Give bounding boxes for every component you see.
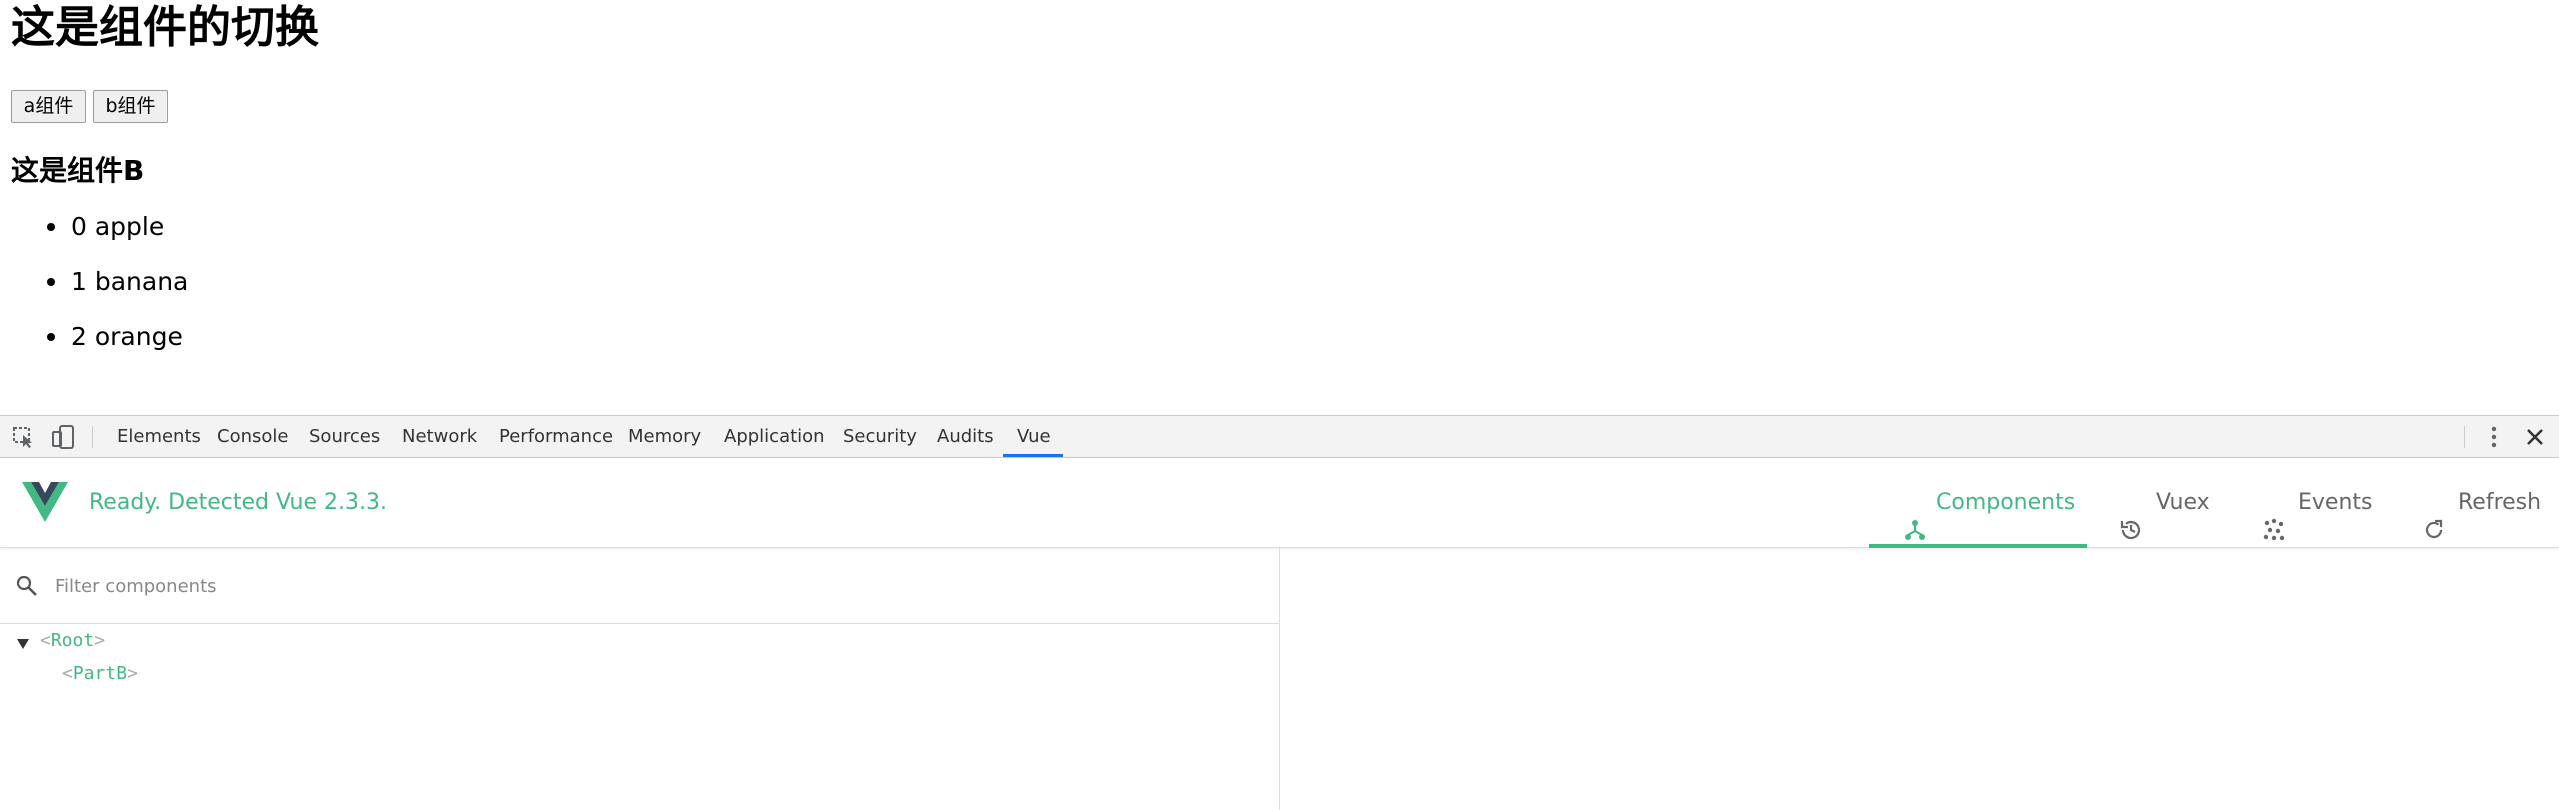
page-title: 这是组件的切换 [11, 2, 319, 53]
bullet-icon [47, 223, 55, 231]
active-action-indicator [1869, 544, 2087, 548]
refresh-icon [2422, 491, 2446, 539]
bullet-icon [47, 278, 55, 286]
active-tab-indicator [1003, 454, 1063, 457]
pane-divider [1279, 548, 1280, 810]
component-a-button[interactable]: a组件 [11, 90, 86, 123]
events-icon [2262, 491, 2286, 541]
expand-arrow-icon[interactable] [17, 639, 29, 649]
tag-close: > [127, 663, 138, 684]
tab-vue[interactable]: Vue [1017, 416, 1051, 458]
devtools-tabbar: Elements Console Sources Network Perform… [0, 416, 2559, 458]
tab-network[interactable]: Network [402, 416, 477, 458]
tab-sources[interactable]: Sources [309, 416, 380, 458]
events-label: Events [2298, 490, 2373, 515]
tag-open: < [40, 630, 51, 651]
page-viewport: 这是组件的切换 a组件 b组件 这是组件B 0 apple 1 banana 2… [0, 0, 2559, 415]
bullet-icon [47, 333, 55, 341]
vue-logo-icon [22, 482, 68, 522]
component-b-button[interactable]: b组件 [93, 90, 168, 123]
components-icon [1903, 491, 1927, 540]
devtools-panel: Elements Console Sources Network Perform… [0, 415, 2559, 810]
filter-bar [0, 548, 1279, 624]
refresh-label: Refresh [2458, 490, 2542, 515]
inspect-element-icon[interactable] [11, 425, 37, 449]
list-item-text: 1 banana [71, 267, 189, 296]
tree-node-partb[interactable]: <PartB> [62, 662, 138, 686]
tab-console[interactable]: Console [217, 416, 288, 458]
components-button[interactable]: Components [1869, 458, 2087, 548]
events-button[interactable]: Events [2262, 458, 2382, 548]
tag-open: < [62, 663, 73, 684]
history-icon [2119, 491, 2143, 540]
tree-node-name: Root [50, 630, 95, 651]
more-options-icon[interactable] [2481, 425, 2507, 449]
list-item-text: 2 orange [71, 322, 183, 351]
device-toolbar-icon[interactable] [51, 425, 77, 449]
filter-components-input[interactable] [55, 568, 755, 604]
tab-application[interactable]: Application [724, 416, 825, 458]
tree-node-root[interactable]: <Root> [40, 629, 105, 653]
close-icon[interactable] [2522, 425, 2548, 449]
tab-memory[interactable]: Memory [628, 416, 701, 458]
tab-elements[interactable]: Elements [117, 416, 201, 458]
toolbar-divider [2464, 426, 2465, 448]
tag-close: > [94, 630, 106, 651]
components-label: Components [1936, 490, 2076, 515]
component-heading: 这是组件B [11, 154, 145, 187]
toolbar-divider [92, 426, 93, 448]
tab-security[interactable]: Security [843, 416, 917, 458]
list-item-text: 0 apple [71, 212, 165, 241]
vuex-label: Vuex [2156, 490, 2210, 515]
tab-performance[interactable]: Performance [499, 416, 613, 458]
refresh-button[interactable]: Refresh [2422, 458, 2557, 548]
tab-audits[interactable]: Audits [937, 416, 994, 458]
tree-node-name: PartB [72, 663, 128, 684]
vuex-button[interactable]: Vuex [2115, 458, 2225, 548]
search-icon [15, 574, 39, 598]
vue-devtools-header: Ready. Detected Vue 2.3.3. Components Vu… [0, 458, 2559, 548]
vue-status-text: Ready. Detected Vue 2.3.3. [89, 490, 387, 515]
